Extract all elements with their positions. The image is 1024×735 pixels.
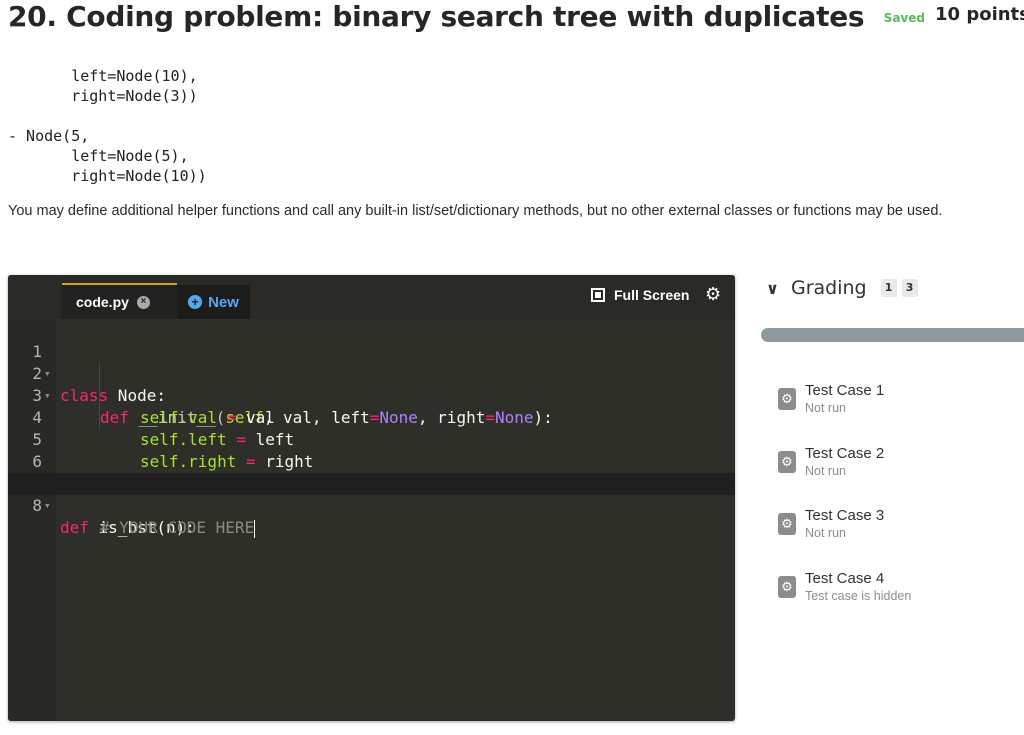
gears-icon: ⚙ (778, 388, 796, 410)
test-case-status: Not run (805, 464, 846, 478)
problem-description: You may define additional helper functio… (8, 203, 943, 219)
grading-badge: 3 (901, 279, 918, 297)
code-line: 3 self.val = val (8, 363, 735, 427)
test-case-status: Test case is hidden (805, 589, 912, 603)
code-line: 6 (8, 429, 735, 471)
test-case-3[interactable]: ⚙ Test Case 3 Not run (778, 507, 1018, 547)
grading-progress-bar (761, 328, 1024, 342)
code-line: 4 self.left = left (8, 385, 735, 449)
saved-status: Saved (883, 11, 926, 25)
line-number: 8 (32, 496, 42, 515)
chevron-down-icon: ∨ (766, 278, 779, 298)
gears-icon: ⚙ (778, 576, 796, 598)
code-editor: code.py × + New Full Screen ⚙ 1 ▾ class … (8, 275, 735, 721)
code-line-active: 8 # YOUR CODE HERE (8, 473, 735, 538)
test-case-name: Test Case 4 (805, 570, 885, 587)
test-case-1[interactable]: ⚙ Test Case 1 Not run (778, 382, 1018, 422)
full-screen-button[interactable]: Full Screen (591, 287, 689, 303)
new-file-label: New (208, 293, 239, 311)
code-text-area[interactable]: 1 ▾ class Node: 2 ▾ def __init__(self, v… (8, 319, 735, 538)
grading-badge: 1 (880, 279, 897, 297)
code-line: 2 ▾ def __init__(self, val, left=None, r… (8, 341, 735, 427)
fullscreen-icon (591, 288, 605, 302)
file-tab-label: code.py (76, 294, 129, 310)
test-case-name: Test Case 3 (805, 507, 885, 524)
sample-code-block-2: - Node(5, left=Node(5), right=Node(10)) (8, 127, 207, 185)
text-cursor (254, 519, 256, 538)
sample-code-block-1: left=Node(10), right=Node(3)) (71, 67, 198, 105)
test-case-2[interactable]: ⚙ Test Case 2 Not run (778, 445, 1018, 485)
question-title-text: 20. Coding problem: binary search tree w… (8, 0, 865, 33)
new-file-button[interactable]: + New (177, 285, 250, 319)
gear-icon[interactable]: ⚙ (705, 283, 721, 305)
test-case-name: Test Case 1 (805, 382, 885, 399)
test-case-status: Not run (805, 401, 846, 415)
code-line: 1 ▾ class Node: (8, 319, 735, 405)
grading-header[interactable]: ∨ Grading 1 3 (766, 277, 918, 299)
plus-circle-icon: + (188, 295, 203, 309)
points-label: 10 points p (935, 4, 1024, 25)
grading-title: Grading (791, 277, 867, 299)
close-icon[interactable]: × (136, 295, 150, 309)
test-case-4[interactable]: ⚙ Test Case 4 Test case is hidden (778, 570, 1018, 610)
gears-icon: ⚙ (778, 451, 796, 473)
file-tab-code-py[interactable]: code.py × (62, 283, 177, 319)
test-case-status: Not run (805, 526, 846, 540)
gears-icon: ⚙ (778, 513, 796, 535)
question-title: 20. Coding problem: binary search tree w… (8, 0, 925, 33)
full-screen-label: Full Screen (614, 287, 690, 303)
test-case-name: Test Case 2 (805, 445, 885, 462)
code-line: 5 self.right = right (8, 407, 735, 471)
code-line: 7 ▾ def is_bst(n): (8, 451, 735, 537)
